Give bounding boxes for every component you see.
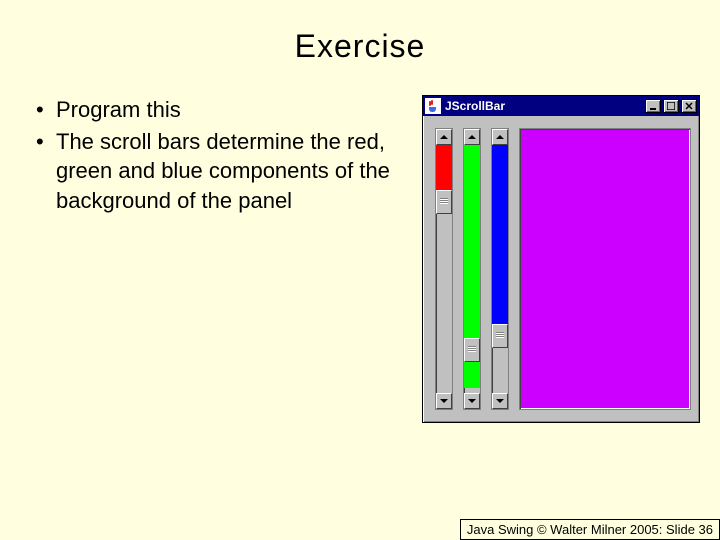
scrollbar-track[interactable] [492,145,508,393]
scrollbar-thumb[interactable] [464,338,480,362]
bullet-list: Program this The scroll bars determine t… [30,95,422,423]
arrow-up-icon [496,135,504,139]
scrollbar-thumb[interactable] [436,190,452,214]
minimize-button[interactable] [645,99,661,113]
arrow-up-icon [440,135,448,139]
bullet-item: The scroll bars determine the red, green… [30,127,402,216]
window-body [423,116,699,422]
java-icon [425,98,441,114]
arrow-up-icon [468,135,476,139]
track-fill [492,145,508,324]
scroll-up-button[interactable] [436,129,452,145]
jscrollbar-window: JScrollBar [422,95,700,423]
arrow-down-icon [496,399,504,403]
close-button[interactable] [681,99,697,113]
scrollbar-track[interactable] [464,145,480,393]
scroll-up-button[interactable] [492,129,508,145]
arrow-down-icon [440,399,448,403]
color-panel [519,128,691,410]
window-titlebar: JScrollBar [423,96,699,116]
scrollbar-red[interactable] [435,128,453,410]
scroll-down-button[interactable] [492,393,508,409]
scrollbar-green[interactable] [463,128,481,410]
bullet-item: Program this [30,95,402,125]
scrollbar-thumb[interactable] [492,324,508,348]
maximize-button[interactable] [663,99,679,113]
arrow-down-icon [468,399,476,403]
slide-content: Program this The scroll bars determine t… [0,65,720,423]
slide-footer: Java Swing © Walter Milner 2005: Slide 3… [460,519,720,540]
scroll-down-button[interactable] [436,393,452,409]
scroll-up-button[interactable] [464,129,480,145]
track-fill [436,145,452,190]
window-title: JScrollBar [445,99,645,113]
window-buttons [645,99,697,113]
scroll-down-button[interactable] [464,393,480,409]
scrollbar-track[interactable] [436,145,452,393]
slide-title: Exercise [0,0,720,65]
scrollbar-blue[interactable] [491,128,509,410]
